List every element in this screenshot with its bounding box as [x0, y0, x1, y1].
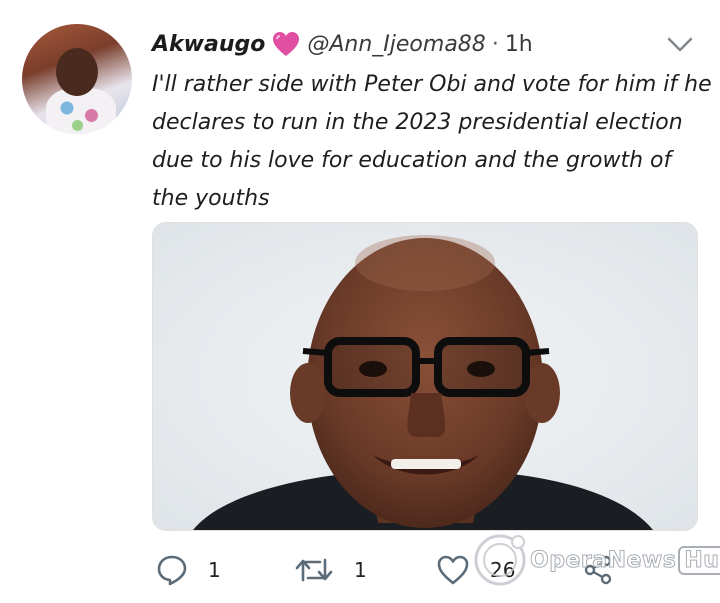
- timestamp[interactable]: 1h: [505, 32, 533, 57]
- reply-count: 1: [208, 558, 221, 582]
- opera-news-watermark: OperaNewsHub: [470, 528, 720, 592]
- watermark-hub: Hub: [678, 545, 720, 575]
- watermark-text: OperaNews: [529, 547, 677, 573]
- retweet-icon[interactable]: [294, 554, 334, 586]
- avatar[interactable]: [22, 24, 132, 134]
- retweet-action[interactable]: 1: [294, 548, 367, 592]
- retweet-count: 1: [354, 558, 367, 582]
- reply-icon[interactable]: [156, 554, 188, 586]
- author-handle[interactable]: @Ann_Ijeoma88: [307, 32, 485, 57]
- author-name[interactable]: Akwaugo: [152, 32, 265, 57]
- tweet-text: I'll rather side with Peter Obi and vote…: [152, 72, 712, 211]
- separator-dot: ·: [491, 31, 499, 57]
- heart-emoji-icon: [271, 29, 301, 59]
- portrait-image: [153, 223, 697, 530]
- like-icon[interactable]: [436, 554, 470, 586]
- reply-action[interactable]: 1: [156, 548, 221, 592]
- opera-news-logo-icon: [474, 534, 526, 586]
- tweet-header: Akwaugo @Ann_Ijeoma88 · 1h: [152, 28, 533, 60]
- avatar-face: [56, 48, 98, 96]
- tweet-photo[interactable]: [152, 222, 698, 531]
- chevron-down-icon[interactable]: [666, 32, 694, 56]
